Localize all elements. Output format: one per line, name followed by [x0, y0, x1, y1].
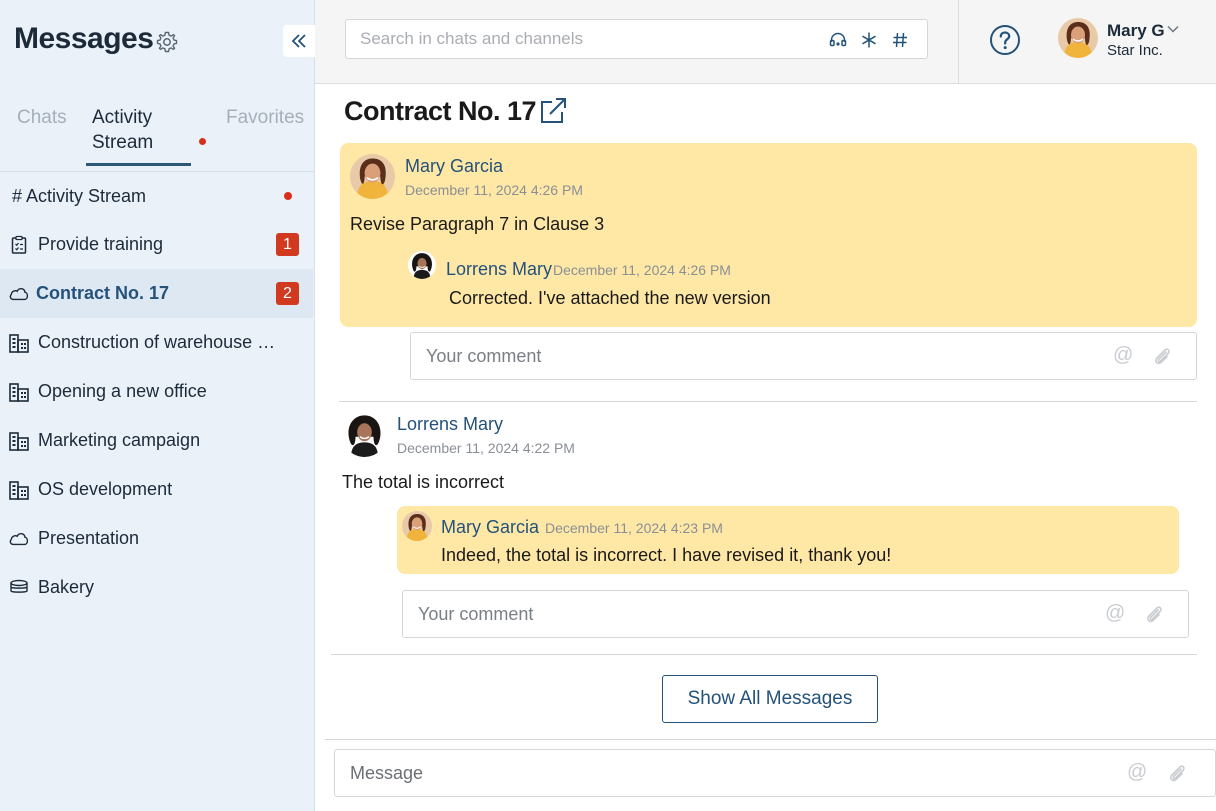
- asterisk-icon[interactable]: [858, 29, 880, 51]
- headset-icon[interactable]: [827, 29, 849, 51]
- reply-card: Mary Garcia December 11, 2024 4:23 PM In…: [397, 506, 1179, 574]
- comment-input[interactable]: [426, 333, 1026, 379]
- post-text: The total is incorrect: [342, 472, 505, 492]
- tab-favorites[interactable]: Favorites: [226, 105, 304, 130]
- sidebar-item-label: Presentation: [38, 528, 140, 548]
- sidebar-item-label: Marketing campaign: [38, 430, 201, 450]
- unread-count-badge: 2: [276, 282, 299, 305]
- sidebar-item-label: # Activity Stream: [12, 185, 147, 206]
- sidebar-item-presentation[interactable]: Presentation: [0, 514, 313, 563]
- sidebar-item-label: Provide training: [38, 234, 164, 254]
- cloud-icon: [8, 528, 30, 550]
- message-input[interactable]: [350, 750, 1050, 796]
- reply-text: Corrected. I've attached the new version: [449, 288, 771, 308]
- help-icon[interactable]: [989, 24, 1021, 56]
- post-card: Mary Garcia December 11, 2024 4:26 PM Re…: [340, 143, 1197, 327]
- sidebar: Messages Chats Activity Stream Favorites…: [0, 0, 315, 811]
- divider: [339, 401, 1197, 402]
- building-icon: [8, 479, 30, 501]
- sidebar-item-activity-stream[interactable]: # Activity Stream: [0, 172, 313, 220]
- double-chevron-left-icon: [291, 34, 306, 48]
- search-box: [345, 19, 928, 59]
- reply-author[interactable]: Mary Garcia: [441, 517, 539, 538]
- post-author[interactable]: Lorrens Mary: [397, 414, 503, 435]
- gear-icon[interactable]: [155, 30, 179, 54]
- hash-icon[interactable]: [889, 29, 911, 51]
- mention-icon[interactable]: @: [1127, 761, 1147, 784]
- cloud-icon: [8, 283, 30, 305]
- building-icon: [8, 430, 30, 452]
- sidebar-header: Messages: [0, 0, 315, 84]
- sidebar-item-opening-new-office[interactable]: Opening a new office: [0, 367, 313, 416]
- post-timestamp: December 11, 2024 4:22 PM: [397, 440, 575, 456]
- sidebar-item-provide-training[interactable]: Provide training 1: [0, 220, 313, 269]
- reply-author[interactable]: Lorrens Mary: [446, 259, 552, 280]
- sidebar-item-label: Opening a new office: [38, 381, 207, 401]
- search-input[interactable]: [360, 20, 810, 58]
- building-icon: [8, 332, 30, 354]
- sidebar-list: # Activity Stream Provide training 1 Con…: [0, 172, 315, 612]
- clipboard-icon: [8, 234, 30, 256]
- collapse-sidebar-button[interactable]: [283, 25, 315, 57]
- attach-icon[interactable]: [1144, 603, 1164, 625]
- sidebar-item-contract-no-17[interactable]: Contract No. 17 2: [0, 269, 313, 318]
- sidebar-item-label: Construction of warehouse No. 5: [38, 332, 276, 352]
- sidebar-title: Messages: [14, 22, 154, 55]
- post-author[interactable]: Mary Garcia: [405, 156, 503, 177]
- mention-icon[interactable]: @: [1105, 602, 1125, 625]
- unread-count-badge: 1: [276, 233, 299, 256]
- tab-activity-stream[interactable]: Activity Stream: [92, 105, 192, 155]
- comment-input[interactable]: [418, 591, 1018, 637]
- unread-dot: [284, 192, 292, 200]
- sidebar-item-bakery[interactable]: Bakery: [0, 563, 313, 612]
- sidebar-item-label: Contract No. 17: [36, 283, 170, 303]
- active-tab-indicator: [86, 163, 191, 166]
- avatar[interactable]: [350, 154, 395, 199]
- sidebar-item-label: OS development: [38, 479, 173, 499]
- comment-box: @: [410, 332, 1197, 380]
- post-timestamp: December 11, 2024 4:26 PM: [405, 182, 583, 198]
- avatar[interactable]: [402, 511, 432, 541]
- divider: [325, 739, 1216, 740]
- open-external-icon[interactable]: [538, 96, 568, 126]
- sidebar-item-marketing-campaign[interactable]: Marketing campaign: [0, 416, 313, 465]
- divider: [331, 654, 1197, 655]
- reply-timestamp: December 11, 2024 4:23 PM: [545, 520, 723, 536]
- comment-box: @: [402, 590, 1189, 638]
- sidebar-item-label: Bakery: [38, 577, 95, 597]
- divider: [958, 0, 959, 84]
- chevron-down-icon[interactable]: [1166, 22, 1180, 36]
- building-icon: [8, 381, 30, 403]
- app-window: Messages Chats Activity Stream Favorites…: [0, 0, 1216, 811]
- user-company: Star Inc.: [1107, 42, 1163, 59]
- mention-icon[interactable]: @: [1113, 344, 1133, 367]
- user-name[interactable]: Mary G: [1107, 21, 1165, 41]
- attach-icon[interactable]: [1152, 345, 1172, 367]
- tab-chats[interactable]: Chats: [17, 105, 67, 130]
- reply-text: Indeed, the total is incorrect. I have r…: [441, 545, 892, 565]
- show-all-messages-button[interactable]: Show All Messages: [662, 675, 878, 723]
- main-panel: Contract No. 17 Mary Garcia December 11,…: [315, 84, 1216, 811]
- sidebar-item-construction-warehouse[interactable]: Construction of warehouse No. 5: [0, 318, 313, 367]
- unread-dot: [199, 138, 206, 145]
- coins-icon: [8, 577, 30, 599]
- post-text: Revise Paragraph 7 in Clause 3: [350, 214, 605, 234]
- user-avatar[interactable]: [1058, 18, 1098, 58]
- sidebar-item-os-development[interactable]: OS development: [0, 465, 313, 514]
- avatar[interactable]: [408, 251, 436, 279]
- attach-icon[interactable]: [1167, 762, 1187, 784]
- reply-timestamp: December 11, 2024 4:26 PM: [553, 262, 731, 278]
- sidebar-tabs: Chats Activity Stream Favorites: [0, 100, 315, 172]
- avatar[interactable]: [342, 412, 387, 457]
- message-composer: @: [334, 749, 1216, 797]
- page-title: Contract No. 17: [344, 96, 537, 126]
- top-bar: Mary G Star Inc.: [315, 0, 1216, 84]
